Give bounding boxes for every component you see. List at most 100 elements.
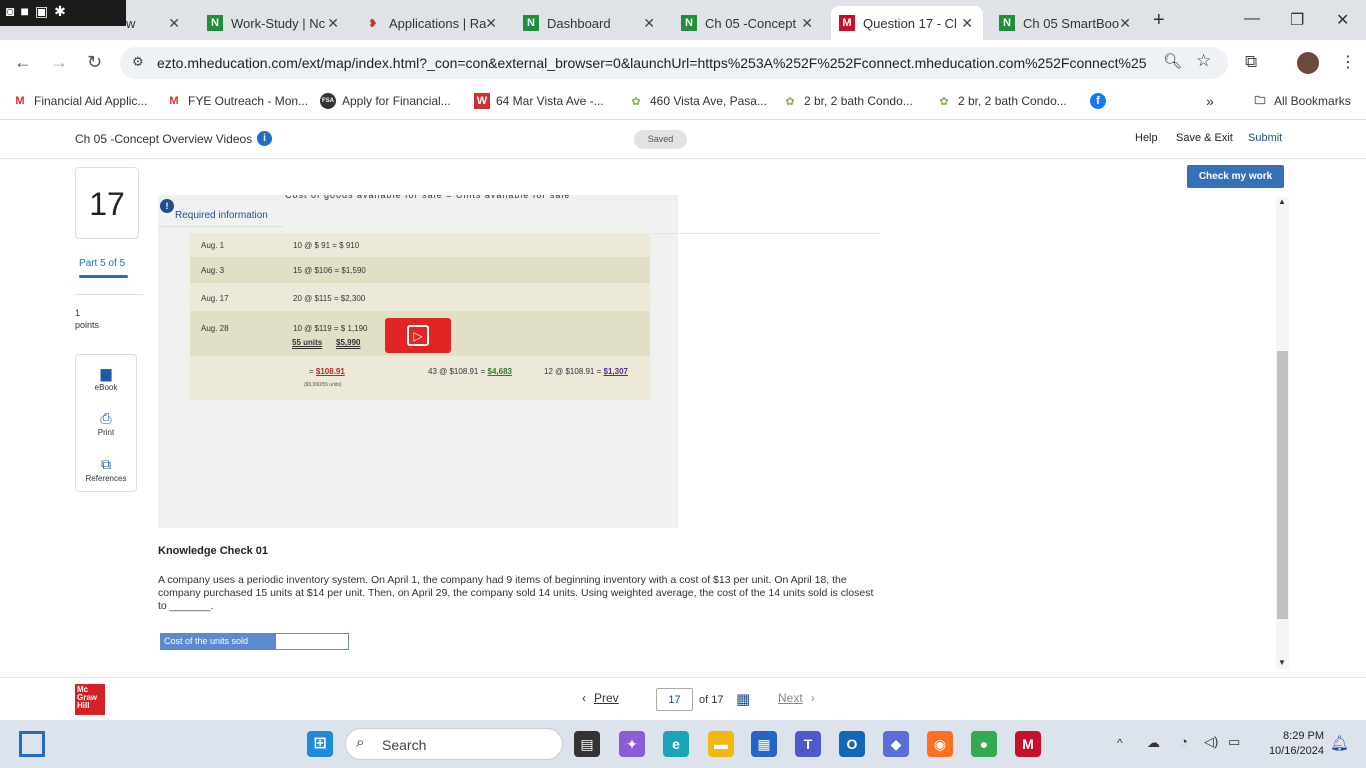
start-icon[interactable]: ⊞ <box>307 731 333 757</box>
bookmark-fye[interactable]: M FYE Outreach - Mon... <box>166 93 308 109</box>
results-row: = $108.91 ($5,990/55 units) 43 @ $108.91… <box>190 356 650 400</box>
row-date: Aug. 1 <box>201 241 225 250</box>
close-tab-icon[interactable]: ✕ <box>643 15 655 32</box>
book-icon: ▆ <box>100 365 112 381</box>
prev-button[interactable]: ‹ Prev <box>582 691 619 705</box>
chrome-icon[interactable]: ● <box>971 731 997 757</box>
tab-label: Applications | Ra <box>389 15 487 31</box>
bookmark-mar-vista[interactable]: W 64 Mar Vista Ave -... <box>474 93 604 109</box>
bookmark-condo-1[interactable]: ✿ 2 br, 2 bath Condo... <box>782 93 912 109</box>
back-icon[interactable]: ← <box>14 52 32 73</box>
app-icon[interactable]: ◆ <box>883 731 909 757</box>
save-exit-link[interactable]: Save & Exit <box>1176 132 1233 144</box>
battery-icon[interactable]: ▭ <box>1228 734 1240 750</box>
screenshot-toolbar[interactable]: ◙■▣✱ <box>0 0 126 26</box>
tab-concept[interactable]: N Ch 05 -Concept ✕ <box>673 6 823 40</box>
extensions-icon[interactable]: ⧉ <box>1245 52 1257 72</box>
bookmark-fsa[interactable]: FSA Apply for Financial... <box>320 93 451 109</box>
reload-icon[interactable]: ↻ <box>87 52 102 73</box>
average-prefix: = <box>309 367 316 376</box>
volume-icon[interactable]: ◁) <box>1204 734 1218 750</box>
window-icon[interactable]: ▣ <box>35 3 54 19</box>
tab-partial[interactable]: w ✕ <box>118 6 190 40</box>
close-tab-icon[interactable]: ✕ <box>327 15 339 32</box>
help-link[interactable]: Help <box>1135 132 1158 144</box>
notification-bell-icon[interactable]: 🔔︎ <box>1330 734 1349 752</box>
widgets-icon[interactable] <box>19 731 45 757</box>
url-text[interactable]: ezto.mheducation.com/ext/map/index.html?… <box>157 55 1147 71</box>
camera-icon[interactable]: ◙ <box>6 3 20 19</box>
scrollbar[interactable]: ▲ ▼ <box>1276 197 1289 669</box>
scrollbar-thumb[interactable] <box>1277 351 1288 619</box>
copilot-icon[interactable]: ✦ <box>619 731 645 757</box>
teams-icon[interactable]: T <box>795 731 821 757</box>
close-tab-icon[interactable]: ✕ <box>1119 15 1131 32</box>
prev-label: Prev <box>594 691 619 705</box>
zoom-icon[interactable]: 🔍︎ <box>1163 52 1182 70</box>
forward-icon[interactable]: → <box>50 52 68 73</box>
part-progress-bar <box>79 275 128 278</box>
close-tab-icon[interactable]: ✕ <box>485 15 497 32</box>
taskbar-search[interactable]: ⌕ Search <box>345 728 563 760</box>
bookmark-label: Financial Aid Applic... <box>34 94 148 108</box>
bookmark-label: 64 Mar Vista Ave -... <box>496 94 604 108</box>
tab-applications[interactable]: ❥ Applications | Ra ✕ <box>357 6 507 40</box>
address-bar[interactable]: ⚙ ezto.mheducation.com/ext/map/index.htm… <box>120 47 1228 79</box>
tab-label: w <box>126 15 136 31</box>
close-window-icon[interactable]: ✕ <box>1336 10 1349 30</box>
all-bookmarks[interactable]: 🗀 All Bookmarks <box>1252 93 1351 109</box>
onedrive-icon[interactable]: ☁ <box>1147 735 1160 751</box>
wifi-icon[interactable]: ◔ <box>1180 734 1188 749</box>
store-icon[interactable]: ▦ <box>751 731 777 757</box>
tab-dashboard[interactable]: N Dashboard ✕ <box>515 6 665 40</box>
bookmark-star-icon[interactable]: ☆ <box>1196 51 1211 71</box>
check-my-work-button[interactable]: Check my work <box>1187 165 1284 188</box>
scroll-down-icon[interactable]: ▼ <box>1278 658 1286 667</box>
ebook-button[interactable]: ▆ eBook <box>76 365 136 392</box>
cost-of-units-sold-input[interactable] <box>277 634 348 649</box>
submit-link[interactable]: Submit <box>1248 132 1282 144</box>
profile-avatar[interactable] <box>1297 52 1319 74</box>
row-date: Aug. 28 <box>201 324 229 333</box>
gmail-icon: M <box>15 95 25 107</box>
menu-icon[interactable]: ⋮ <box>1340 52 1356 72</box>
bookmark-facebook[interactable]: f <box>1090 93 1112 109</box>
gear-icon[interactable]: ✱ <box>54 3 72 19</box>
site-settings-icon[interactable]: ⚙ <box>132 54 144 70</box>
minimize-icon[interactable]: — <box>1244 10 1260 28</box>
chevron-up-icon[interactable]: ^ <box>1117 736 1123 750</box>
part-indicator[interactable]: Part 5 of 5 <box>79 258 125 269</box>
play-video-button[interactable]: ▷ <box>385 318 451 353</box>
required-info-tab[interactable]: ! Required information <box>158 199 283 227</box>
tab-work-study[interactable]: N Work-Study | Nc ✕ <box>199 6 349 40</box>
scroll-up-icon[interactable]: ▲ <box>1278 197 1286 206</box>
bookmark-financial-aid[interactable]: M Financial Aid Applic... <box>12 93 147 109</box>
print-button[interactable]: ⎙ Print <box>76 410 136 437</box>
tool-label: eBook <box>94 383 118 392</box>
page-number-box[interactable]: 17 <box>656 688 693 711</box>
more-bookmarks-icon[interactable]: » <box>1206 93 1214 109</box>
edge-icon[interactable]: e <box>663 731 689 757</box>
tab-smartbook[interactable]: N Ch 05 SmartBoo ✕ <box>991 6 1141 40</box>
firefox-icon[interactable]: ◉ <box>927 731 953 757</box>
video-icon[interactable]: ■ <box>20 3 34 19</box>
search-icon: ⌕ <box>356 734 365 751</box>
info-icon[interactable]: i <box>257 131 272 146</box>
tab-favicon: M <box>839 15 855 31</box>
task-view-icon[interactable]: ▤ <box>574 731 600 757</box>
next-button[interactable]: Next › <box>778 691 815 705</box>
outlook-icon[interactable]: O <box>839 731 865 757</box>
grid-icon[interactable]: ▦ <box>736 690 750 708</box>
close-tab-icon[interactable]: ✕ <box>801 15 813 32</box>
close-tab-icon[interactable]: ✕ <box>961 15 973 32</box>
close-tab-icon[interactable]: ✕ <box>168 15 180 32</box>
bookmark-460-vista[interactable]: ✿ 460 Vista Ave, Pasa... <box>628 93 767 109</box>
references-button[interactable]: ⧉ References <box>76 456 136 483</box>
bookmark-condo-2[interactable]: ✿ 2 br, 2 bath Condo... <box>936 93 1066 109</box>
new-tab-button[interactable]: + <box>1153 9 1165 32</box>
restore-icon[interactable]: ❐ <box>1290 10 1304 30</box>
file-explorer-icon[interactable]: ▬ <box>708 731 734 757</box>
taskbar-clock[interactable]: 8:29 PM 10/16/2024 <box>1258 729 1324 759</box>
tab-question-17[interactable]: M Question 17 - Cl ✕ <box>831 6 983 40</box>
mcafee-icon[interactable]: M <box>1015 731 1041 757</box>
